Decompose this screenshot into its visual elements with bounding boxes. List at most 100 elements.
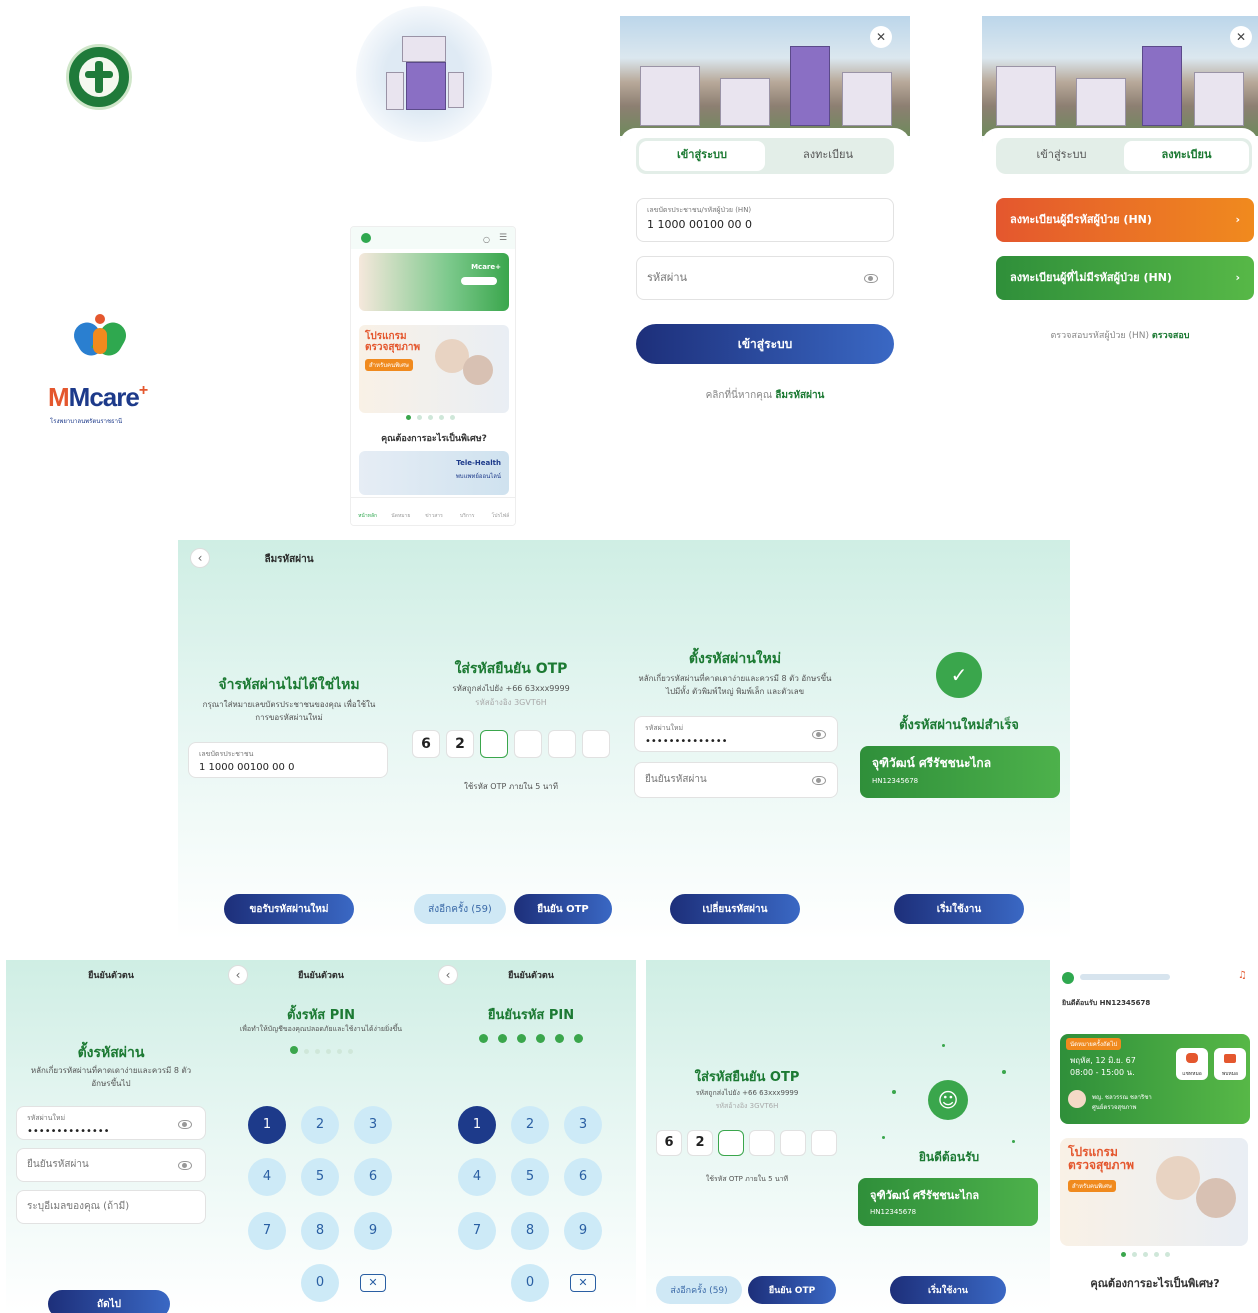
register-without-hn-button[interactable]: ลงทะเบียนผู้ที่ไม่มีรหัสผู้ป่วย (HN) › xyxy=(996,256,1254,300)
pin-key-2[interactable]: 2 xyxy=(301,1106,339,1144)
tab-login[interactable]: เข้าสู่ระบบ xyxy=(639,141,765,171)
tab-login-2[interactable]: เข้าสู่ระบบ xyxy=(999,141,1124,171)
check-hn-row: ตรวจสอบรหัสผู้ป่วย (HN) ตรวจสอบ xyxy=(982,328,1258,342)
pin2-key-9[interactable]: 9 xyxy=(564,1212,602,1250)
confirm-otp-button-2[interactable]: ยืนยัน OTP xyxy=(748,1276,836,1304)
otp2-digit-1[interactable]: 6 xyxy=(656,1130,682,1156)
start-button-2[interactable]: เริ่มใช้งาน xyxy=(890,1276,1006,1304)
nav-item-profile[interactable]: โปรไฟล์ xyxy=(484,498,515,525)
home-screen: ○ ☰ Mcare+ โปรแกรม ตรวจสุขภาพ สำหรับคนพิ… xyxy=(350,226,516,526)
otp-digit-4[interactable] xyxy=(514,730,542,758)
register-with-hn-button[interactable]: ลงทะเบียนผู้มีรหัสผู้ป่วย (HN) › xyxy=(996,198,1254,242)
pin2-key-6[interactable]: 6 xyxy=(564,1158,602,1196)
mcare-logo: MMcare+ โรงพยาบาลนพรัตนราชธานี xyxy=(48,310,158,430)
login-button[interactable]: เข้าสู่ระบบ xyxy=(636,324,894,364)
forgot-prefix: คลิกที่นี่หากคุณ xyxy=(705,390,773,401)
pin2-key-3[interactable]: 3 xyxy=(564,1106,602,1144)
confirm-pass-field[interactable]: ยืนยันรหัสผ่าน xyxy=(634,762,838,798)
register-without-hn-label: ลงทะเบียนผู้ที่ไม่มีรหัสผู้ป่วย (HN) xyxy=(1010,271,1172,284)
nav-item-home[interactable]: หน้าหลัก xyxy=(351,498,384,525)
pin-key-1[interactable]: 1 xyxy=(248,1106,286,1144)
chat-doctor-button[interactable]: แชทหมอ xyxy=(1176,1048,1208,1080)
next-button[interactable]: ถัดไป xyxy=(48,1290,170,1313)
check-hn-link[interactable]: ตรวจสอบ xyxy=(1152,331,1190,341)
id-field[interactable]: เลขบัตรประชาชน/รหัสผู้ป่วย (HN) 1 1000 0… xyxy=(636,198,894,242)
otp-title: ใส่รหัสยืนยัน OTP xyxy=(454,661,568,677)
pin-key-3[interactable]: 3 xyxy=(354,1106,392,1144)
change-password-button[interactable]: เปลี่ยนรหัสผ่าน xyxy=(670,894,800,924)
backspace-icon[interactable]: ✕ xyxy=(360,1274,386,1292)
pin-key-5[interactable]: 5 xyxy=(301,1158,339,1196)
resend-otp-button[interactable]: ส่งอีกครั้ง (59) xyxy=(414,894,506,924)
pin-key-9[interactable]: 9 xyxy=(354,1212,392,1250)
otp2-digit-6[interactable] xyxy=(811,1130,837,1156)
newpass-value: •••••••••••••• xyxy=(645,736,728,747)
video-doctor-button[interactable]: พบหมอ xyxy=(1214,1048,1246,1080)
password-field[interactable]: รหัสผ่าน xyxy=(636,256,894,300)
pin-key-0[interactable]: 0 xyxy=(301,1264,339,1302)
smile-icon: ☺ xyxy=(928,1080,968,1120)
video-icon xyxy=(1224,1054,1236,1063)
pin2-key-1[interactable]: 1 xyxy=(458,1106,496,1144)
otp2-digit-2[interactable]: 2 xyxy=(687,1130,713,1156)
pin2-key-0[interactable]: 0 xyxy=(511,1264,549,1302)
telehealth-card[interactable]: Tele-Health พบแพทย์ออนไลน์ xyxy=(359,451,509,495)
resend-otp-button-2[interactable]: ส่งอีกครั้ง (59) xyxy=(656,1276,742,1304)
home-promo-card[interactable]: โปรแกรม ตรวจสุขภาพ สำหรับคนพิเศษ xyxy=(359,325,509,413)
confirm-pass-placeholder: ยืนยันรหัสผ่าน xyxy=(645,774,707,785)
otp-digit-6[interactable] xyxy=(582,730,610,758)
tab-register[interactable]: ลงทะเบียน xyxy=(765,141,891,171)
pin-key-8[interactable]: 8 xyxy=(301,1212,339,1250)
menu-icon[interactable]: ☰ xyxy=(499,233,507,243)
otp-digit-1[interactable]: 6 xyxy=(412,730,440,758)
pin2-key-4[interactable]: 4 xyxy=(458,1158,496,1196)
request-password-button[interactable]: ขอรับรหัสผ่านใหม่ xyxy=(224,894,354,924)
pin2-key-2[interactable]: 2 xyxy=(511,1106,549,1144)
eye-icon-3[interactable] xyxy=(178,1120,192,1129)
otp-digit-3[interactable] xyxy=(480,730,508,758)
nav-item-news[interactable]: ข่าวสาร xyxy=(417,498,450,525)
pin-key-7[interactable]: 7 xyxy=(248,1212,286,1250)
welcome-user-card: จุฑิวัฒน์ ศรีรัชชนะไกล HN12345678 xyxy=(858,1178,1038,1226)
start-button[interactable]: เริ่มใช้งาน xyxy=(894,894,1024,924)
notification-bell-icon[interactable]: ○ xyxy=(483,235,490,244)
notification-bell-icon-2[interactable]: ♫ xyxy=(1238,970,1247,981)
otp-digit-5[interactable] xyxy=(548,730,576,758)
dash-promo-card[interactable]: โปรแกรม ตรวจสุขภาพ สำหรับคนพิเศษ xyxy=(1060,1138,1248,1246)
forgot-password-link[interactable]: ลืมรหัสผ่าน xyxy=(775,390,824,401)
forgot-password-screen: ‹ ลืมรหัสผ่าน จำรหัสผ่านไม่ได้ใช่ไหม กรุ… xyxy=(178,540,400,940)
forgot-title: จำรหัสผ่านไม่ได้ใช่ไหม xyxy=(218,677,360,693)
dash-promo-badge: สำหรับคนพิเศษ xyxy=(1068,1180,1116,1192)
backspace-icon-2[interactable]: ✕ xyxy=(570,1274,596,1292)
chevron-right-icon: › xyxy=(1235,213,1240,226)
otp2-digit-4[interactable] xyxy=(749,1130,775,1156)
newpass-field[interactable]: รหัสผ่านใหม่ •••••••••••••• xyxy=(634,716,838,752)
otp2-digit-5[interactable] xyxy=(780,1130,806,1156)
otp2-desc: รหัสถูกส่งไปยัง +66 63xxx9999 xyxy=(695,1089,799,1097)
forgot-id-field[interactable]: เลขบัตรประชาชน 1 1000 00100 00 0 xyxy=(188,742,388,778)
confirm-otp-button[interactable]: ยืนยัน OTP xyxy=(514,894,612,924)
nav-item-appointment[interactable]: นัดหมาย xyxy=(384,498,417,525)
appointment-card[interactable]: นัดหมายครั้งถัดไป พฤหัส, 12 มิ.ย. 67 08:… xyxy=(1060,1034,1250,1124)
tab-register-2[interactable]: ลงทะเบียน xyxy=(1124,141,1249,171)
nav-item-services[interactable]: บริการ xyxy=(451,498,484,525)
otp2-digit-3[interactable] xyxy=(718,1130,744,1156)
pin2-key-5[interactable]: 5 xyxy=(511,1158,549,1196)
pin-key-6[interactable]: 6 xyxy=(354,1158,392,1196)
eye-icon-2[interactable] xyxy=(812,730,826,739)
hospital-logo-icon-2 xyxy=(1062,972,1074,984)
eye-icon-4[interactable] xyxy=(178,1161,192,1170)
otp-digit-2[interactable]: 2 xyxy=(446,730,474,758)
eye-icon[interactable] xyxy=(864,274,878,283)
pin2-key-8[interactable]: 8 xyxy=(511,1212,549,1250)
chat-icon xyxy=(1186,1053,1198,1063)
email-field[interactable]: ระบุอีเมลของคุณ (ถ้ามี) xyxy=(16,1190,206,1224)
close-icon-2[interactable]: ✕ xyxy=(1230,26,1252,48)
home-banner[interactable]: Mcare+ xyxy=(359,253,509,311)
pin-key-4[interactable]: 4 xyxy=(248,1158,286,1196)
pin2-header: ยืนยันตัวตน xyxy=(508,971,554,981)
mcare-plus: + xyxy=(138,382,148,399)
close-icon[interactable]: ✕ xyxy=(870,26,892,48)
pin2-key-7[interactable]: 7 xyxy=(458,1212,496,1250)
eye-off-icon[interactable] xyxy=(812,776,826,785)
